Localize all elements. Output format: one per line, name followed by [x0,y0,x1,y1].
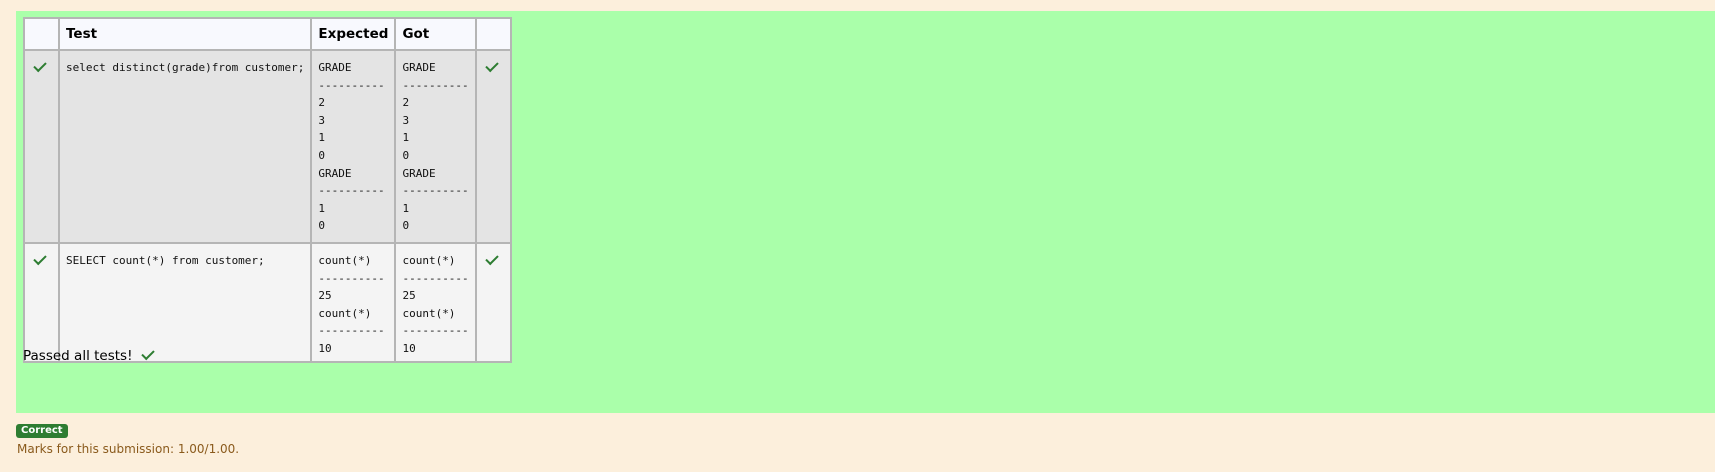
test-results-table: Test Expected Got select distinct(grade)… [23,17,512,363]
got-cell: count(*) ---------- 25 count(*) --------… [394,242,477,363]
got-line: count(*) [402,254,456,267]
check-icon [141,346,156,361]
got-line: 0 [402,219,410,233]
got-line: 0 [402,148,410,162]
expected-line: 0 [318,219,326,233]
got-line: 25 [402,289,416,303]
expected-line: 1 [318,131,326,145]
expected-line: 0 [318,148,326,162]
row-status-cell [23,49,60,244]
got-line: GRADE [402,166,436,180]
check-icon [484,251,499,266]
marks-text: Marks for this submission: 1.00/1.00. [17,442,240,456]
expected-line: ---------- [318,271,385,285]
header-got: Got [394,17,477,51]
header-status [23,17,60,51]
got-line: count(*) [402,306,456,320]
expected-line: 2 [318,96,326,110]
header-test: Test [57,17,313,51]
check-icon [33,251,47,266]
got-line: 1 [402,201,410,215]
got-line: 3 [402,113,410,127]
expected-line: ---------- [318,184,385,198]
check-icon [33,58,47,73]
got-line: 1 [402,131,410,145]
check-icon [484,58,499,73]
expected-line: count(*) [318,306,372,320]
header-result [474,17,512,51]
test-results-panel: Test Expected Got select distinct(grade)… [16,11,1715,413]
test-cell: SELECT count(*) from customer; [57,242,313,363]
expected-line: ---------- [318,78,385,92]
test-code: SELECT count(*) from customer; [66,254,265,267]
row-result-cell [474,242,512,363]
row-status-cell [23,242,60,363]
expected-line: 25 [318,289,332,303]
row-result-cell [474,49,512,244]
got-cell: GRADE ---------- 2 3 1 0 GRADE ---------… [394,49,477,244]
passed-label: Passed all tests! [23,348,133,364]
got-line: ---------- [402,184,469,198]
got-line: 2 [402,96,410,110]
got-line: ---------- [402,271,469,285]
passed-all-tests: Passed all tests! [23,346,156,364]
expected-line: ---------- [318,324,385,338]
expected-cell: GRADE ---------- 2 3 1 0 GRADE ---------… [310,49,397,244]
got-line: GRADE [402,61,436,74]
expected-line: GRADE [318,61,352,74]
expected-line: 10 [318,341,332,355]
expected-cell: count(*) ---------- 25 count(*) --------… [310,242,397,363]
test-code: select distinct(grade)from customer; [66,61,305,74]
expected-line: GRADE [318,166,352,180]
got-line: 10 [402,341,416,355]
correct-badge: Correct [16,424,68,438]
table-row: select distinct(grade)from customer; GRA… [23,49,512,244]
expected-line: 1 [318,201,326,215]
expected-line: count(*) [318,254,372,267]
expected-line: 3 [318,113,326,127]
table-row: SELECT count(*) from customer; count(*) … [23,242,512,363]
test-cell: select distinct(grade)from customer; [57,49,313,244]
table-header-row: Test Expected Got [23,17,512,51]
got-line: ---------- [402,78,469,92]
header-expected: Expected [310,17,397,51]
got-line: ---------- [402,324,469,338]
